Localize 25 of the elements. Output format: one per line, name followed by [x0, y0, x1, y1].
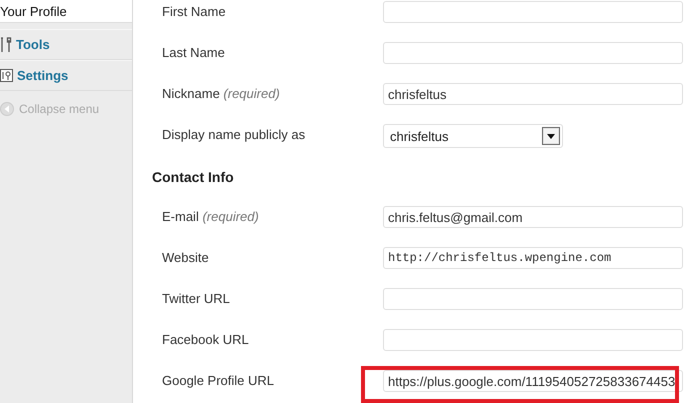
text-field[interactable]: chrisfeltus [383, 83, 683, 105]
menu-item[interactable]: Settings [0, 60, 132, 91]
field-label: Display name publicly as [162, 126, 306, 142]
section-heading: Contact Info [152, 168, 234, 187]
field-label: Facebook URL [162, 331, 249, 347]
wrench-icon [0, 36, 12, 52]
field-label: Website [162, 249, 209, 265]
field-label: Nickname (required) [162, 85, 280, 101]
text-field[interactable] [383, 42, 683, 64]
submenu-item[interactable]: Your Profile [0, 0, 132, 23]
field-label: E-mail (required) [162, 208, 259, 224]
field-label: Last Name [162, 44, 225, 60]
dropdown-arrow-icon [542, 127, 560, 145]
settings-icon [0, 69, 13, 82]
field-label: Google Profile URL [162, 372, 274, 388]
field-label: First Name [162, 3, 226, 19]
text-field[interactable] [383, 288, 683, 310]
menu-item[interactable]: Tools [0, 29, 132, 60]
dropdown-field[interactable]: chrisfeltus [383, 124, 563, 148]
text-field[interactable]: https://plus.google.com/111954052725833674453 [383, 370, 683, 392]
field-label: Twitter URL [162, 290, 230, 306]
text-field[interactable]: chris.feltus@gmail.com [383, 206, 683, 228]
text-field[interactable] [383, 329, 683, 351]
text-field[interactable]: http://chrisfeltus.wpengine.com [383, 247, 683, 269]
text-field[interactable] [383, 1, 683, 23]
